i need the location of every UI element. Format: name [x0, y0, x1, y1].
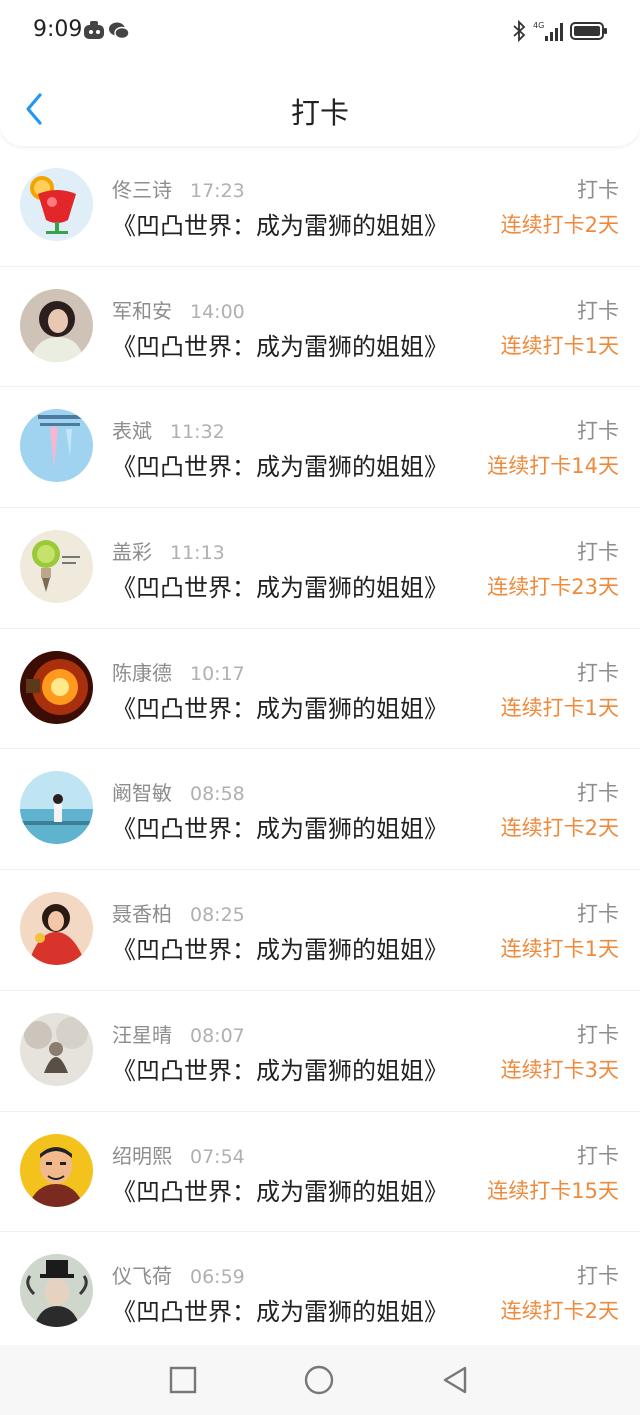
user-name: 聂香柏: [112, 902, 172, 927]
checkin-time: 14:00: [190, 300, 245, 323]
user-name: 佟三诗: [112, 178, 172, 202]
user-name: 表斌: [112, 419, 152, 444]
book-title: 《凹凸世界：成为雷狮的姐姐》: [112, 332, 448, 361]
streak-label: 连续打卡3天: [500, 1057, 619, 1082]
list-item[interactable]: 陈康德 10:17 《凹凸世界：成为雷狮的姐姐》 打卡 连续打卡1天: [0, 629, 640, 750]
back-nav-button[interactable]: [438, 1363, 472, 1397]
game-icon: [83, 20, 105, 46]
action-label: 打卡: [577, 1143, 619, 1168]
book-title: 《凹凸世界：成为雷狮的姐姐》: [112, 1298, 448, 1327]
list-item[interactable]: 仪飞荷 06:59 《凹凸世界：成为雷狮的姐姐》 打卡 连续打卡2天: [0, 1232, 640, 1353]
wechat-icon: [108, 20, 130, 46]
list-item[interactable]: 汪星晴 08:07 《凹凸世界：成为雷狮的姐姐》 打卡 连续打卡3天: [0, 991, 640, 1112]
cartoon-man-avatar: [20, 1133, 93, 1207]
user-name: 绍明熙: [112, 1143, 172, 1168]
checkin-list: 佟三诗 17:23 《凹凸世界：成为雷狮的姐姐》 打卡 连续打卡2天 军和安 14:…: [0, 146, 640, 1353]
action-label: 打卡: [577, 178, 619, 202]
battery-icon: [570, 21, 608, 45]
action-label: 打卡: [577, 1264, 619, 1289]
streak-label: 连续打卡1天: [500, 695, 619, 720]
clouds-avatar: [20, 1012, 93, 1086]
checkin-time: 10:17: [190, 662, 245, 685]
user-name: 汪星晴: [112, 1022, 172, 1047]
action-label: 打卡: [577, 540, 619, 565]
action-label: 打卡: [577, 298, 619, 323]
user-name: 阚智敏: [112, 781, 172, 806]
top-hat-avatar: [20, 1254, 93, 1328]
action-label: 打卡: [577, 781, 619, 806]
triangle-back-icon: [443, 1366, 467, 1394]
girl-red-avatar: [20, 892, 93, 966]
streak-label: 连续打卡1天: [500, 333, 619, 358]
book-title: 《凹凸世界：成为雷狮的姐姐》: [112, 1056, 448, 1085]
book-title: 《凹凸世界：成为雷狮的姐姐》: [112, 1177, 448, 1206]
book-title: 《凹凸世界：成为雷狮的姐姐》: [112, 212, 448, 240]
page-title: 打卡: [290, 96, 349, 130]
list-item[interactable]: 绍明熙 07:54 《凹凸世界：成为雷狮的姐姐》 打卡 连续打卡15天: [0, 1112, 640, 1233]
action-label: 打卡: [577, 1022, 619, 1047]
streak-label: 连续打卡1天: [500, 937, 619, 962]
checkin-time: 08:07: [190, 1024, 245, 1047]
streak-label: 连续打卡15天: [487, 1178, 619, 1203]
checkin-time: 11:32: [170, 421, 225, 444]
drink-avatar: [20, 168, 93, 241]
book-title: 《凹凸世界：成为雷狮的姐姐》: [112, 453, 448, 482]
lightbulb-avatar: [20, 650, 93, 724]
checkin-time: 08:58: [190, 783, 245, 806]
status-time: 9:09: [33, 17, 83, 42]
book-title: 《凹凸世界：成为雷狮的姐姐》: [112, 815, 448, 844]
system-nav-bar: [0, 1345, 640, 1415]
circle-icon: [304, 1365, 334, 1395]
streak-label: 连续打卡2天: [500, 816, 619, 841]
woman-avatar: [20, 288, 93, 362]
seaside-avatar: [20, 771, 93, 845]
checkin-time: 06:59: [190, 1266, 245, 1289]
action-label: 打卡: [577, 419, 619, 444]
list-item[interactable]: 盖彩 11:13 《凹凸世界：成为雷狮的姐姐》 打卡 连续打卡23天: [0, 508, 640, 629]
book-title: 《凹凸世界：成为雷狮的姐姐》: [112, 574, 448, 603]
checkin-time: 17:23: [190, 180, 245, 202]
streak-label: 连续打卡14天: [487, 454, 619, 479]
action-label: 打卡: [577, 902, 619, 927]
list-item[interactable]: 阚智敏 08:58 《凹凸世界：成为雷狮的姐姐》 打卡 连续打卡2天: [0, 749, 640, 871]
checkin-time: 11:13: [170, 542, 225, 565]
checkin-time: 08:25: [190, 904, 245, 927]
list-item[interactable]: 佟三诗 17:23 《凹凸世界：成为雷狮的姐姐》 打卡 连续打卡2天: [0, 146, 640, 267]
home-button[interactable]: [302, 1363, 336, 1397]
streak-label: 连续打卡23天: [487, 575, 619, 600]
user-name: 盖彩: [112, 540, 152, 565]
book-title: 《凹凸世界：成为雷狮的姐姐》: [112, 936, 448, 965]
lime-bulb-avatar: [20, 530, 93, 604]
user-name: 军和安: [112, 298, 172, 323]
square-icon: [169, 1366, 197, 1394]
streak-label: 连续打卡2天: [500, 1299, 619, 1324]
signal-icon: 4G: [533, 19, 565, 47]
network-label: 4G: [533, 21, 544, 30]
action-label: 打卡: [577, 660, 619, 685]
user-name: 陈康德: [112, 660, 172, 685]
list-item[interactable]: 聂香柏 08:25 《凹凸世界：成为雷狮的姐姐》 打卡 连续打卡1天: [0, 870, 640, 991]
list-item[interactable]: 军和安 14:00 《凹凸世界：成为雷狮的姐姐》 打卡 连续打卡1天: [0, 267, 640, 388]
user-name: 仪飞荷: [112, 1264, 172, 1289]
app-header: 打卡: [0, 64, 640, 146]
recents-button[interactable]: [166, 1363, 200, 1397]
streak-label: 连续打卡2天: [500, 213, 619, 237]
checkin-time: 07:54: [190, 1145, 245, 1168]
sky-avatar: [20, 409, 93, 483]
status-bar: 9:09 4G: [0, 0, 640, 64]
list-item[interactable]: 表斌 11:32 《凹凸世界：成为雷狮的姐姐》 打卡 连续打卡14天: [0, 387, 640, 509]
book-title: 《凹凸世界：成为雷狮的姐姐》: [112, 694, 448, 723]
bluetooth-icon: [512, 19, 526, 46]
